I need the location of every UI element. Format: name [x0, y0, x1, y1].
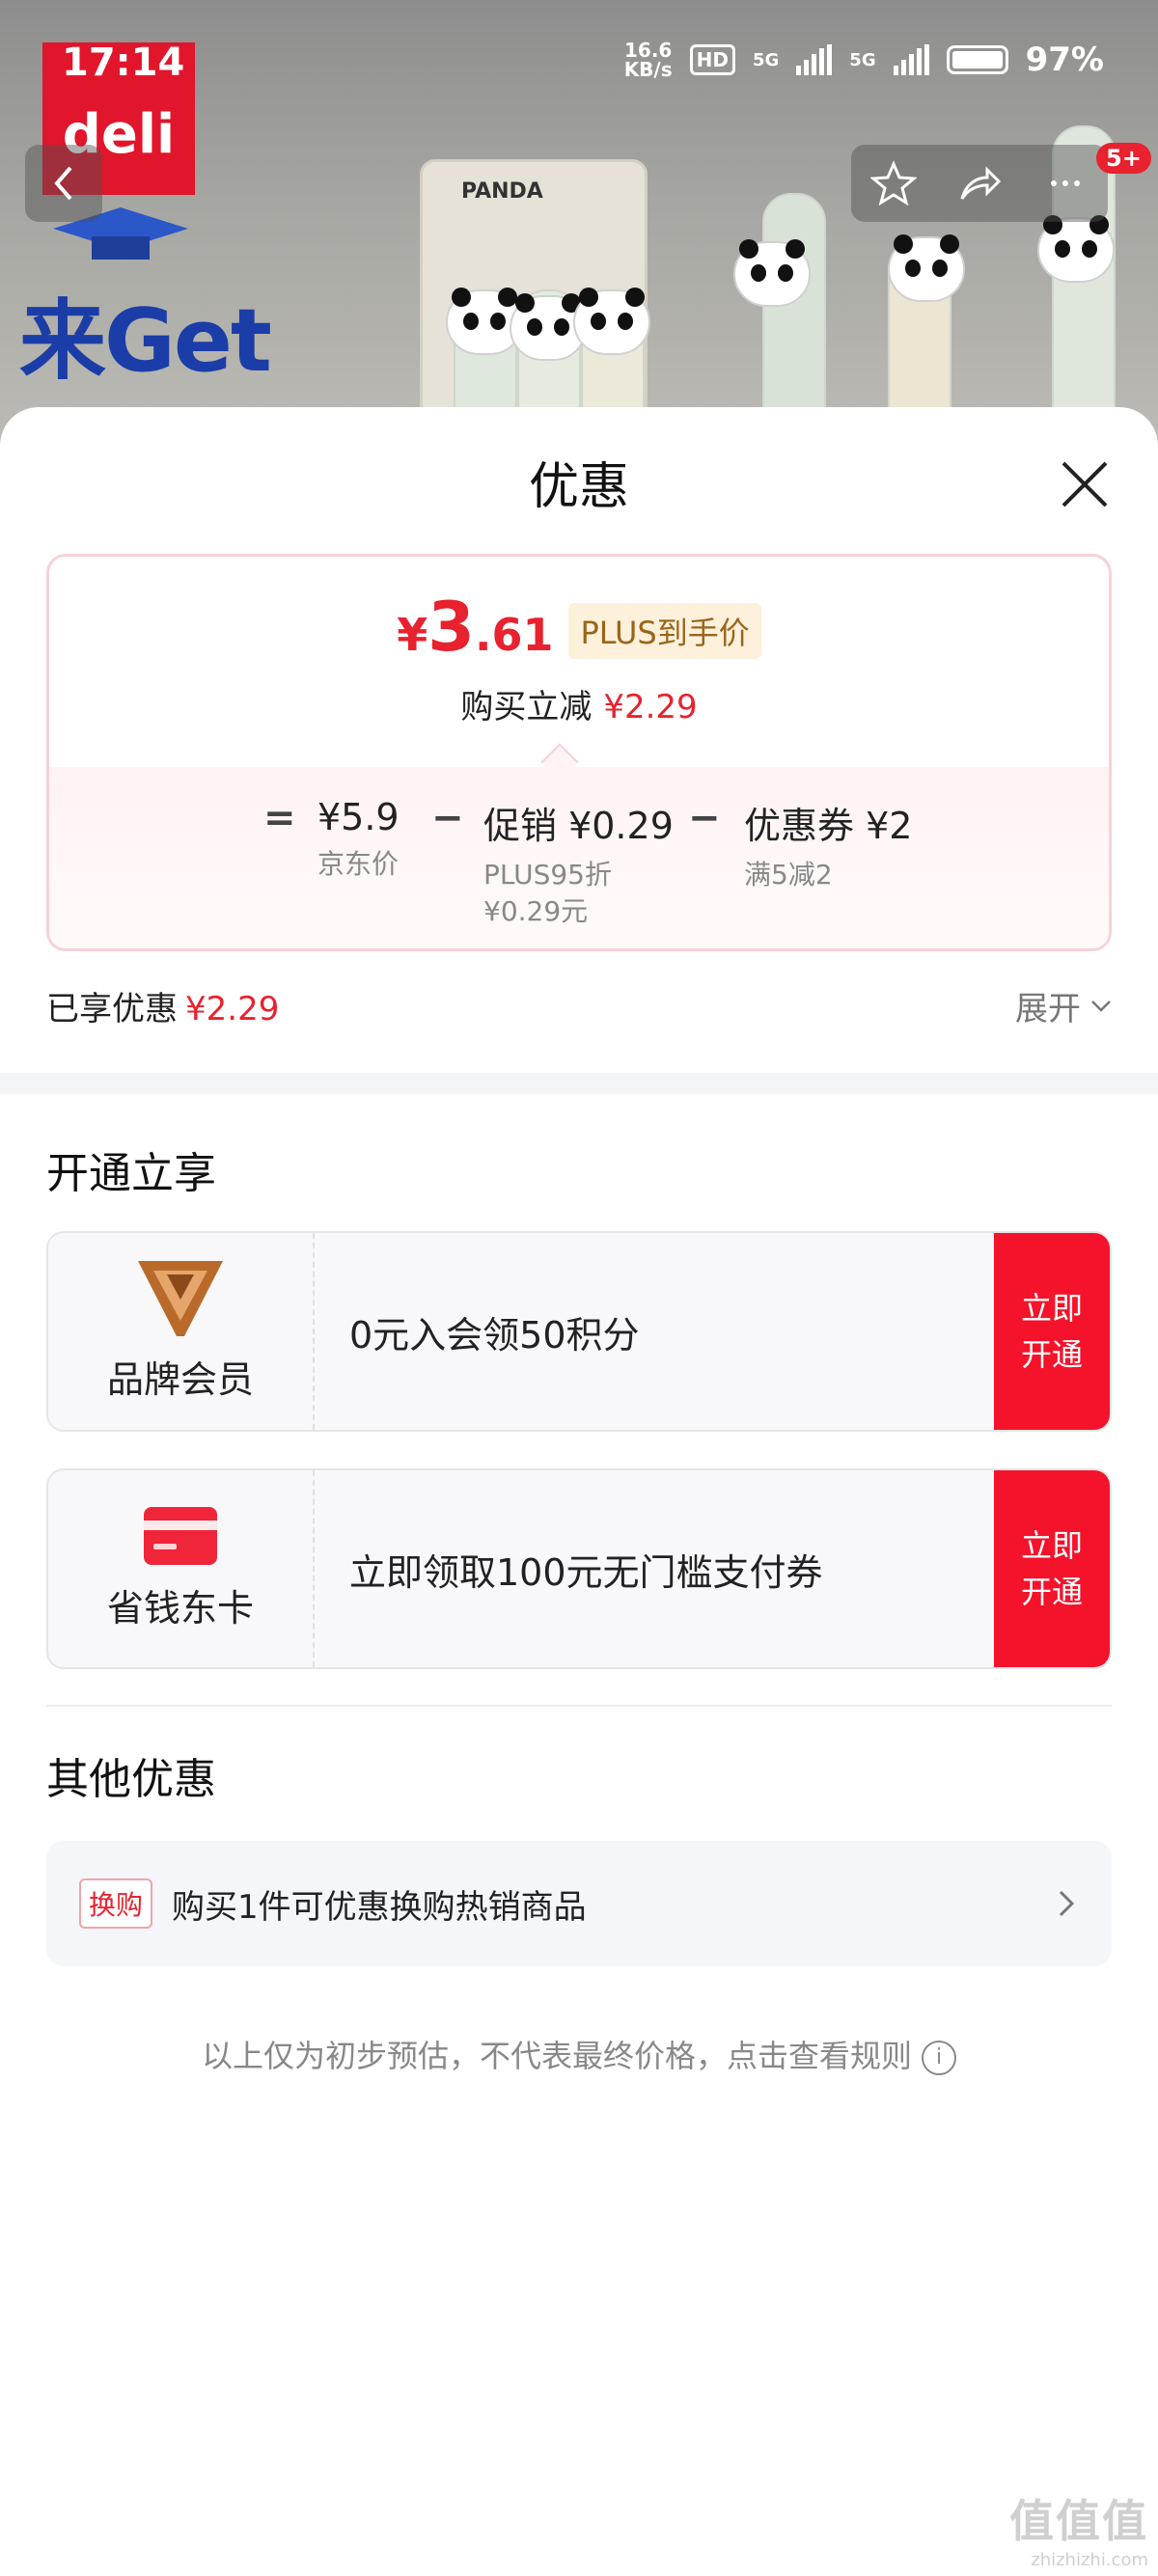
expand-button[interactable]: 展开 — [1015, 982, 1112, 1029]
promo-name: 品牌会员 — [106, 1357, 254, 1401]
final-price: ¥3.61 — [397, 588, 554, 667]
instant-discount-row: 购买立减 ¥2.29 — [460, 688, 698, 726]
formula-item-jd-price: ¥5.9 京东价 — [317, 796, 400, 880]
close-icon[interactable] — [1058, 457, 1112, 511]
minus-sign: − — [431, 796, 464, 840]
network-type-label: 5G — [752, 49, 780, 70]
other-section-title: 其他优惠 — [46, 1755, 216, 1804]
battery-icon — [946, 45, 1008, 74]
chevron-right-icon — [1059, 1890, 1075, 1917]
battery-level: 97% — [1025, 41, 1104, 79]
network-speed: 16.6 KB/s — [623, 39, 673, 81]
minus-sign: − — [688, 796, 721, 840]
savings-card-card[interactable]: 省钱东卡 立即领取100元无门槛支付券 立即 开通 — [46, 1468, 1112, 1669]
watermark: 值值值 zhizhizhi.com — [1009, 2495, 1148, 2570]
signal-strength-icon — [893, 44, 929, 75]
pen-box-brand: PANDA — [461, 179, 543, 204]
status-icons: 16.6 KB/s HD 5G 5G 97% — [624, 41, 1104, 79]
hd-voice-icon: HD — [689, 44, 735, 75]
price-breakdown-card: ¥3.61 PLUS到手价 购买立减 ¥2.29 = ¥5.9 京东价 − 促销 … — [46, 554, 1112, 951]
sheet-title: 优惠 — [528, 458, 629, 516]
network-type-label: 5G — [849, 49, 876, 70]
status-time: 17:14 — [62, 41, 185, 85]
formula-item-coupon: 优惠券 ¥2 满5减2 — [744, 805, 913, 891]
open-section-title: 开通立享 — [46, 1149, 216, 1198]
status-bar: 17:14 16.6 KB/s HD 5G 5G 97% — [0, 0, 1158, 125]
trade-in-tag: 换购 — [79, 1878, 153, 1929]
section-divider — [0, 1073, 1158, 1094]
price-formula-area: = ¥5.9 京东价 − 促销 ¥0.29 PLUS95折 ¥0.29元 − 优… — [49, 767, 1109, 948]
promo-description: 立即领取100元无门槛支付券 — [349, 1550, 823, 1594]
trade-in-text: 购买1件可优惠换购热销商品 — [172, 1887, 587, 1927]
discount-sheet: 优惠 ¥3.61 PLUS到手价 购买立减 ¥2.29 = ¥5.9 京东价 −… — [0, 407, 1158, 2576]
trade-in-offer-row[interactable]: 换购 购买1件可优惠换购热销商品 — [46, 1841, 1112, 1966]
promo-name: 省钱东卡 — [106, 1586, 254, 1630]
open-now-button[interactable]: 立即 开通 — [994, 1470, 1110, 1667]
panda-head-icon — [733, 239, 811, 307]
panda-head-icon — [573, 288, 650, 355]
open-now-button[interactable]: 立即 开通 — [994, 1233, 1110, 1430]
enjoyed-discount: 已享优惠 ¥2.29 — [46, 990, 280, 1028]
panda-head-icon — [888, 234, 965, 302]
panda-head-icon — [1037, 215, 1115, 283]
chevron-left-icon — [54, 166, 72, 201]
formula-item-promotion: 促销 ¥0.29 PLUS95折 ¥0.29元 — [483, 805, 674, 927]
equals-sign: = — [263, 796, 296, 840]
back-button[interactable] — [25, 145, 102, 222]
brand-member-card[interactable]: 品牌会员 0元入会领50积分 立即 开通 — [46, 1231, 1112, 1432]
red-card-icon — [144, 1506, 217, 1565]
star-favorite-icon[interactable] — [870, 160, 918, 206]
promo-description: 0元入会领50积分 — [349, 1313, 640, 1357]
share-icon[interactable] — [956, 160, 1003, 206]
top-actions — [851, 145, 1108, 222]
message-count-badge: 5+ — [1096, 143, 1151, 174]
plus-price-tag: PLUS到手价 — [568, 603, 761, 659]
chevron-down-icon — [1091, 1000, 1111, 1012]
signal-strength-icon — [796, 44, 833, 75]
brand-member-v-icon — [138, 1260, 223, 1336]
price-disclaimer[interactable]: 以上仅为初步预估，不代表最终价格，点击查看规则 i — [0, 2032, 1158, 2076]
banner-slogan: 来Get — [19, 290, 272, 392]
info-icon[interactable]: i — [922, 2041, 956, 2075]
divider — [46, 1705, 1112, 1707]
more-icon[interactable] — [1042, 160, 1089, 206]
